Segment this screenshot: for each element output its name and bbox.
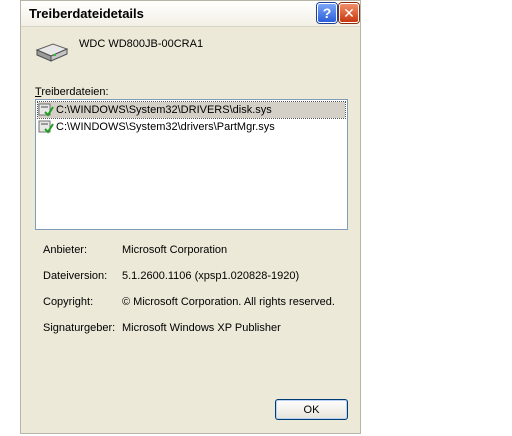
file-path: C:\WINDOWS\System32\DRIVERS\disk.sys xyxy=(56,104,272,116)
property-value: Microsoft Corporation xyxy=(122,244,228,256)
device-name: WDC WD800JB-00CRA1 xyxy=(79,38,204,50)
close-icon: ✕ xyxy=(343,4,355,21)
property-value: © Microsoft Corporation. All rights rese… xyxy=(122,296,335,308)
property-label: Anbieter: xyxy=(43,244,88,256)
driver-files-list[interactable]: C:\WINDOWS\System32\DRIVERS\disk.sys C:\… xyxy=(35,99,348,230)
help-icon: ? xyxy=(322,5,332,21)
dialog-title: Treiberdateidetails xyxy=(29,6,144,21)
file-path: C:\WINDOWS\System32\drivers\PartMgr.sys xyxy=(56,121,275,133)
help-button[interactable]: ? xyxy=(317,3,337,23)
hard-drive-icon xyxy=(35,43,69,62)
driver-files-label: Treiberdateien: xyxy=(35,86,109,98)
property-label: Copyright: xyxy=(43,296,94,308)
driver-details-dialog: Treiberdateidetails ? ✕ WDC WD800JB-00CR… xyxy=(20,0,361,434)
list-item[interactable]: C:\WINDOWS\System32\DRIVERS\disk.sys xyxy=(37,101,346,119)
property-value: 5.1.2600.1106 (xpsp1.020828-1920) xyxy=(122,270,300,282)
signed-driver-file-icon xyxy=(38,103,54,117)
signed-driver-file-icon xyxy=(38,120,54,134)
property-value: Microsoft Windows XP Publisher xyxy=(122,322,281,334)
ok-button[interactable]: OK xyxy=(275,399,348,420)
list-item[interactable]: C:\WINDOWS\System32\drivers\PartMgr.sys xyxy=(38,119,345,135)
title-bar[interactable]: Treiberdateidetails ? ✕ xyxy=(21,1,360,27)
property-label: Dateiversion: xyxy=(43,270,108,282)
close-button[interactable]: ✕ xyxy=(339,3,359,23)
property-label: Signaturgeber: xyxy=(43,322,116,334)
